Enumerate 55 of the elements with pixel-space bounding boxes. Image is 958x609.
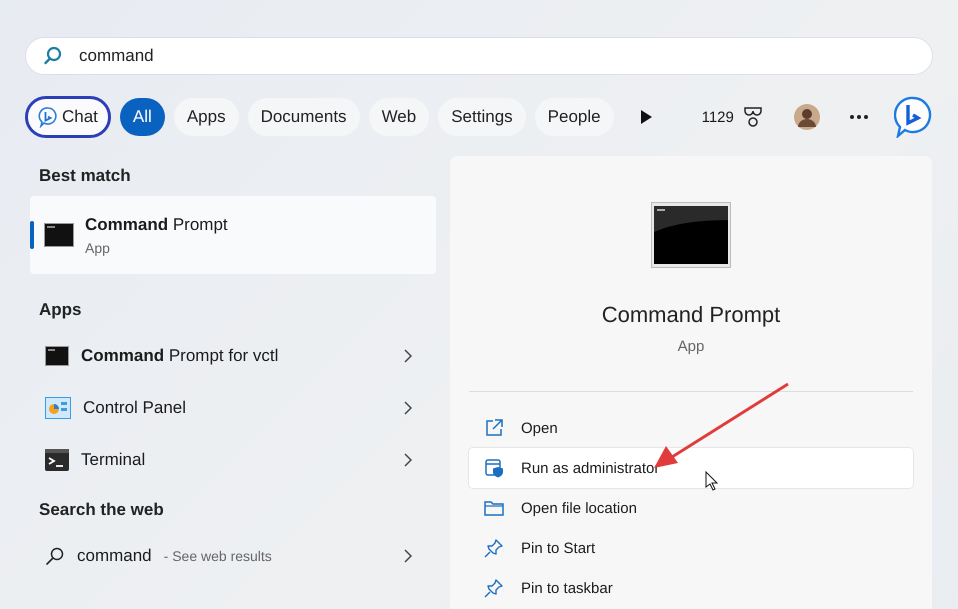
search-icon	[43, 46, 63, 66]
action-item[interactable]: Open file location	[469, 488, 913, 528]
web-query: command	[77, 546, 152, 566]
pin-icon	[484, 578, 504, 598]
external-link-icon	[484, 418, 504, 438]
action-item[interactable]: Open	[469, 408, 913, 448]
shield-window-icon	[484, 458, 504, 478]
folder-icon	[484, 499, 504, 517]
app-name: Command Prompt	[85, 214, 228, 234]
best-match-item[interactable]: Command Prompt App	[30, 196, 436, 274]
selection-indicator	[30, 221, 34, 249]
filter-tab[interactable]: All	[120, 98, 165, 136]
points-count: 1129	[702, 108, 734, 126]
trophy-icon[interactable]	[742, 106, 763, 128]
action-item[interactable]: Pin to taskbar	[469, 568, 913, 608]
chat-bubble-icon	[38, 106, 58, 128]
filter-tab[interactable]: People	[534, 98, 614, 136]
app-result[interactable]: Command Prompt for vctl	[25, 330, 436, 382]
chevron-right-icon[interactable]	[404, 349, 412, 363]
section-heading: Search the web	[38, 499, 165, 521]
terminal-window-icon	[45, 346, 69, 366]
chat-bubble-icon[interactable]	[894, 96, 932, 138]
section-heading: Apps	[38, 299, 82, 321]
search-icon	[45, 546, 65, 566]
filter-tab[interactable]: Documents	[248, 98, 360, 136]
app-name: Terminal	[81, 450, 146, 470]
play-icon[interactable]	[638, 109, 653, 125]
control-panel-icon	[45, 397, 71, 419]
terminal-window-icon	[44, 223, 74, 247]
search-field[interactable]: command	[25, 37, 933, 75]
web-results-hint: - See web results	[164, 548, 273, 564]
app-type: App	[85, 240, 111, 256]
app-name: Command Prompt for vctl	[81, 346, 280, 366]
filter-tab[interactable]: Web	[368, 98, 430, 136]
web-result[interactable]: command - See web results	[25, 530, 436, 582]
pin-icon	[484, 538, 504, 558]
avatar-icon[interactable]	[794, 104, 820, 130]
filter-tab[interactable]: Apps	[174, 98, 239, 136]
app-name: Control Panel	[83, 398, 188, 418]
chat-tab[interactable]: Chat	[25, 96, 111, 138]
more-icon[interactable]	[848, 114, 869, 120]
app-result[interactable]: Terminal	[25, 434, 436, 486]
app-title: Command Prompt	[602, 302, 780, 328]
chevron-right-icon[interactable]	[404, 401, 412, 415]
terminal-icon	[45, 449, 69, 471]
chevron-right-icon[interactable]	[404, 549, 412, 563]
terminal-window-icon	[651, 202, 731, 268]
filter-tab[interactable]: Settings	[438, 98, 526, 136]
action-item[interactable]: Pin to Start	[469, 528, 913, 568]
action-item[interactable]: Run as administrator	[469, 448, 913, 488]
app-type: App	[678, 338, 704, 355]
section-heading: Best match	[38, 165, 132, 187]
chevron-right-icon[interactable]	[404, 453, 412, 467]
app-result[interactable]: Control Panel	[25, 382, 436, 434]
mouse-cursor-icon	[705, 471, 719, 491]
